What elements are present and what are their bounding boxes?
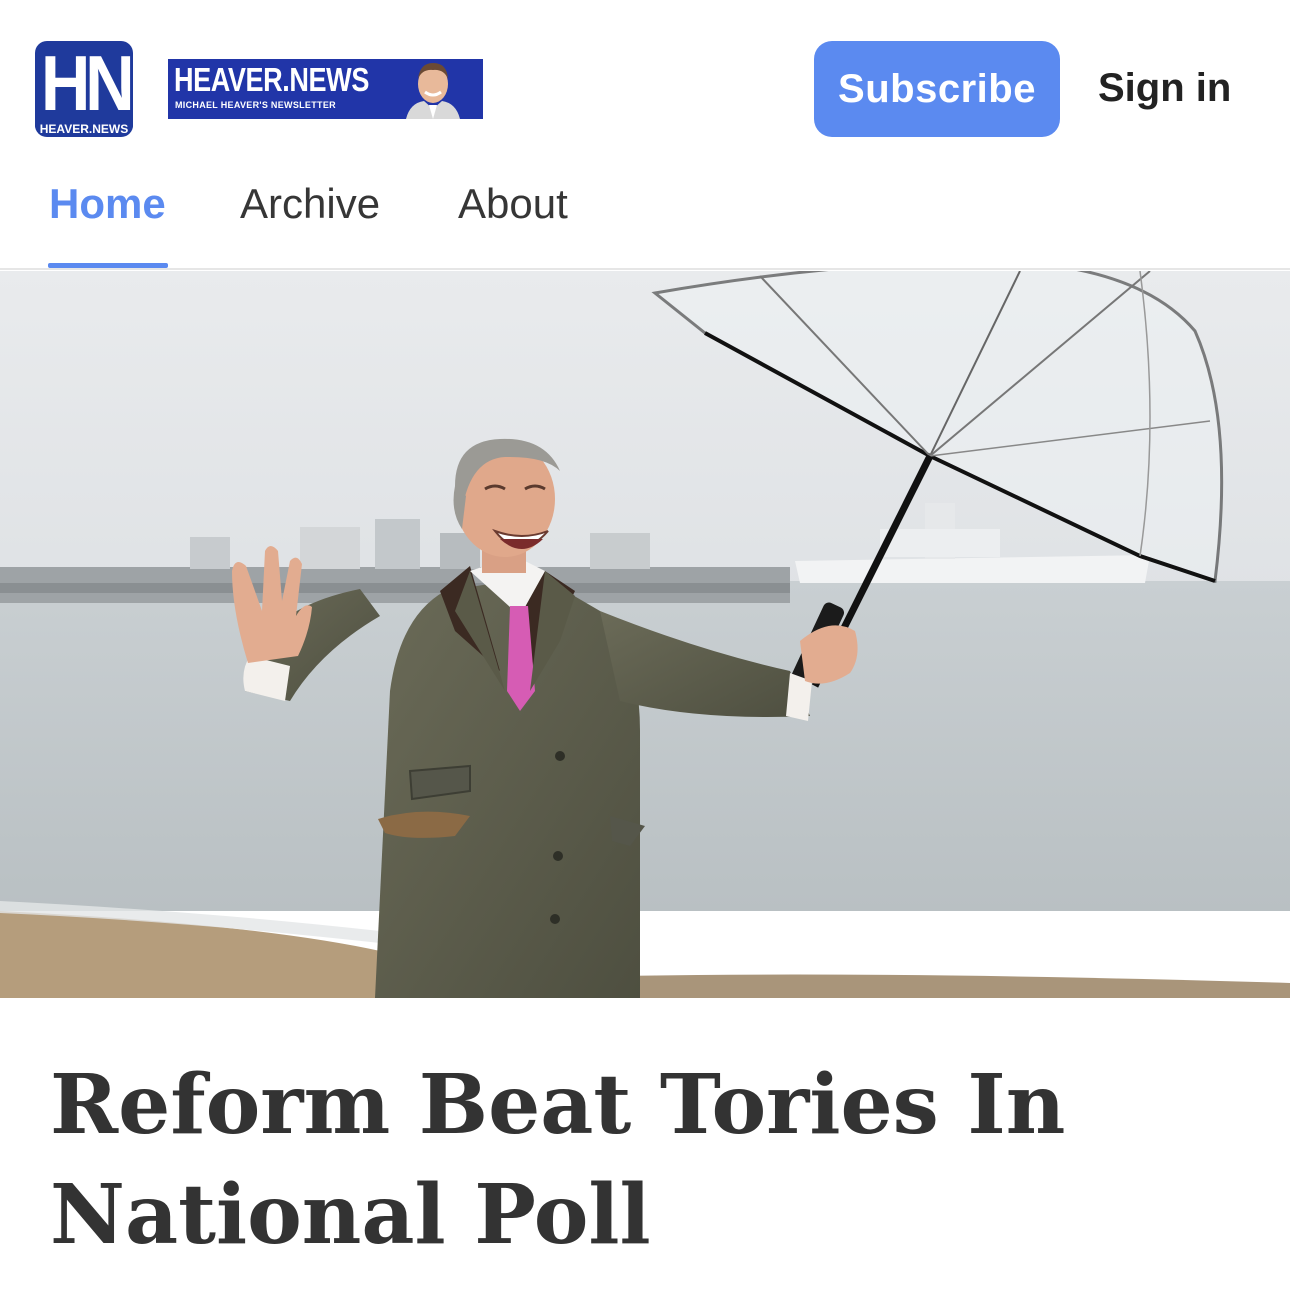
logo-letters: HN <box>40 41 133 127</box>
sign-in-link[interactable]: Sign in <box>1098 62 1231 114</box>
site-logo[interactable]: HN HEAVER.NEWS <box>35 41 133 137</box>
banner-subtitle: MICHAEL HEAVER'S NEWSLETTER <box>175 100 336 110</box>
hero-image[interactable] <box>0 271 1290 998</box>
nav-home[interactable]: Home <box>49 178 166 230</box>
hero-illustration <box>0 271 1290 998</box>
nav-archive[interactable]: Archive <box>240 178 380 230</box>
subscribe-button[interactable]: Subscribe <box>814 41 1060 137</box>
newsletter-page: HN HEAVER.NEWS HEAVER.NEWS MICHAEL HEAVE… <box>0 0 1290 1290</box>
nav-about[interactable]: About <box>458 178 568 230</box>
nav-divider <box>0 268 1290 270</box>
newsletter-banner[interactable]: HEAVER.NEWS MICHAEL HEAVER'S NEWSLETTER <box>168 59 483 119</box>
article-title[interactable]: Reform Beat Tories In National Poll <box>50 1050 1230 1270</box>
author-photo <box>384 59 483 119</box>
logo-caption: HEAVER.NEWS <box>35 122 133 136</box>
banner-title: HEAVER.NEWS <box>174 61 369 98</box>
